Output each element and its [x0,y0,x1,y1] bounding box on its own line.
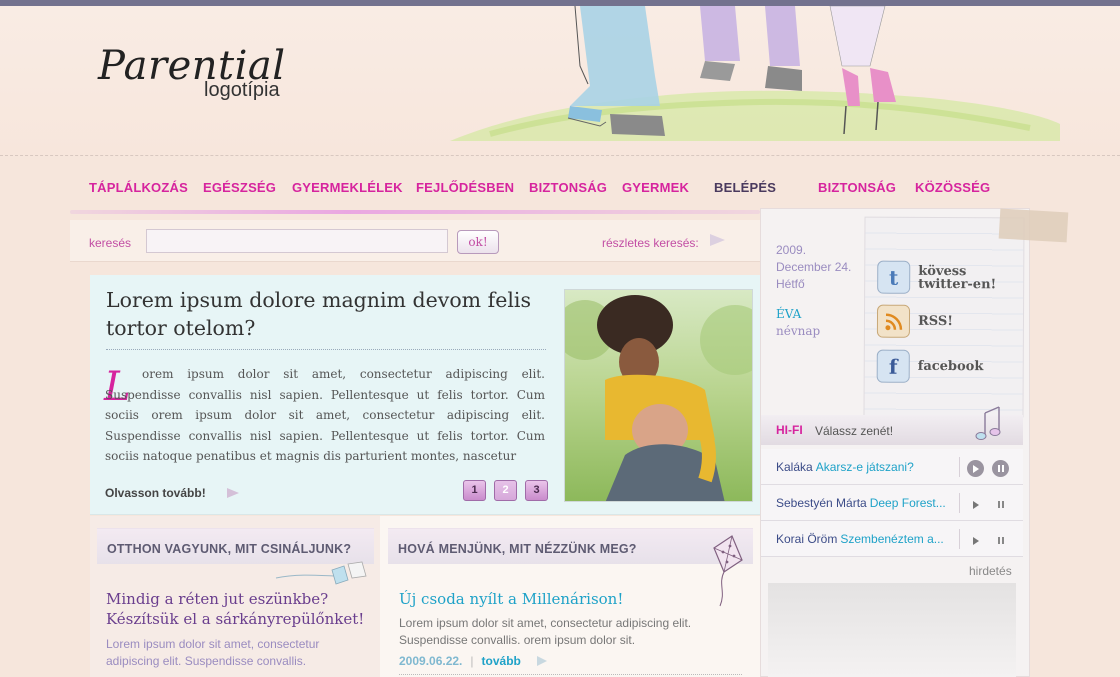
logo-subtext: logotípia [204,79,280,101]
outings-more-link[interactable]: tovább [482,654,521,668]
pager-button-2[interactable]: 2 [494,480,517,501]
outings-divider [399,674,742,675]
meta-separator: | [470,654,474,668]
facebook-icon[interactable]: f [876,349,910,383]
search-bar: keresés ok! részletes keresés: [70,220,760,262]
rss-label[interactable]: RSS! [918,314,953,329]
rss-link[interactable]: RSS! [876,304,953,338]
song-artist[interactable]: Sebestyén Márta Deep Forest... [776,496,946,510]
nav-item-taplalkozas[interactable]: TÁPLÁLKOZÁS [89,180,188,195]
hifi-label: HI-FI [776,423,803,437]
song-separator [959,493,960,513]
nav-item-biztonsag-2[interactable]: BIZTONSÁG [818,180,896,195]
twitter-label[interactable]: kövess twitter-en! [918,263,1004,291]
hifi-header: HI-FI Válassz zenét! [761,406,1023,445]
song-separator [959,529,960,549]
nav-item-fejlodesben[interactable]: FEJLŐDÉSBEN [416,180,514,195]
home-activities-box: OTTHON VAGYUNK, MIT CSINÁLJUNK? Mindig a… [90,516,380,677]
nav-item-biztonsag[interactable]: BIZTONSÁG [529,180,607,195]
pause-icon[interactable] [992,496,1009,513]
outings-date: 2009.06.22. [399,654,463,668]
search-button[interactable]: ok! [457,230,499,254]
nav-item-egeszseg[interactable]: EGÉSZSÉG [203,180,276,195]
pause-icon[interactable] [992,532,1009,549]
music-note-icon [975,406,1001,440]
nav-item-belepes[interactable]: BELÉPÉS [714,180,776,195]
social-card: t kövess twitter-en! RSS! f facebook [863,208,1069,418]
twitter-link[interactable]: t kövess twitter-en! [877,260,1004,295]
rss-icon[interactable] [876,304,911,338]
song-separator [959,457,960,477]
outings-text: Lorem ipsum dolor sit amet, consectetur … [399,616,692,647]
pager-button-1[interactable]: 1 [463,480,486,501]
read-more-arrow-icon[interactable] [227,488,239,498]
play-icon[interactable] [967,532,984,549]
song-row[interactable]: Kaláka Akarsz-e játszani? [761,449,1023,485]
search-label: keresés [89,236,132,250]
nav-underline [70,210,760,214]
date-weekday: Hétfő [776,277,805,291]
logo[interactable]: Parential logotípia [98,46,286,100]
outings-header: HOVÁ MENJÜNK, MIT NÉZZÜNK MEG? [388,528,753,564]
outings-title[interactable]: Új csoda nyílt a Millenárison! [399,589,729,609]
nameday-label: névnap [776,324,821,338]
song-artist[interactable]: Kaláka Akarsz-e játszani? [776,460,914,474]
pause-icon[interactable] [992,460,1009,477]
play-icon[interactable] [967,496,984,513]
main-nav: TÁPLÁLKOZÁS EGÉSZSÉG GYERMEKLÉLEK FEJLŐD… [0,174,1120,204]
paper-kite-icon [275,561,367,585]
hifi-subtitle: Válassz zenét! [815,424,894,438]
song-title[interactable]: Akarsz-e játszani? [816,460,914,474]
advanced-search-arrow-icon[interactable] [710,234,725,246]
song-title[interactable]: Deep Forest... [870,496,946,510]
song-row[interactable]: Sebestyén Márta Deep Forest... [761,485,1023,521]
ad-label: hirdetés [969,564,1012,578]
feature-title[interactable]: Lorem ipsum dolore magnim devom felis to… [106,286,536,342]
outings-box: HOVÁ MENJÜNK, MIT NÉZZÜNK MEG? Új csoda … [380,516,760,677]
nav-item-gyermek[interactable]: GYERMEK [622,180,689,195]
header-illustration [450,6,1060,141]
date-year: 2009. [776,243,807,257]
outings-heading: HOVÁ MENJÜNK, MIT NÉZZÜNK MEG? [398,542,637,556]
header-divider [0,155,1120,156]
song-artist-name[interactable]: Korai Öröm [776,532,837,546]
song-artist[interactable]: Korai Öröm Szembenéztem a... [776,532,944,546]
nav-item-kozosseg[interactable]: KÖZÖSSÉG [915,180,990,195]
nav-item-gyermeklelek[interactable]: GYERMEKLÉLEK [292,180,403,195]
advanced-search-link[interactable]: részletes keresés: [602,236,699,250]
feature-text: orem ipsum dolor sit amet, consectetur a… [105,367,545,463]
nameday-name: ÉVA [776,307,802,321]
song-artist-name[interactable]: Sebestyén Márta [776,496,867,510]
tape-decoration [998,208,1069,243]
current-date: 2009. December 24. Hétfő [776,242,851,293]
search-input[interactable] [146,229,448,253]
ad-banner[interactable] [768,583,1016,677]
home-activities-text: Lorem ipsum dolor sit amet, consectetur … [106,637,320,668]
twitter-icon[interactable]: t [877,260,911,294]
feature-panel: Lorem ipsum dolore magnim devom felis to… [90,275,760,515]
feature-photo[interactable] [564,289,753,502]
sidebar: 2009. December 24. Hétfő ÉVA névnap t kö… [760,208,1069,677]
song-artist-name[interactable]: Kaláka [776,460,813,474]
read-more-link[interactable]: Olvasson tovább! [105,486,206,500]
song-title[interactable]: Szembenéztem a... [840,532,943,546]
song-row[interactable]: Korai Öröm Szembenéztem a... [761,521,1023,557]
outings-more-arrow-icon[interactable] [537,656,547,666]
feature-divider [106,349,546,350]
facebook-label[interactable]: facebook [918,359,984,374]
home-activities-title[interactable]: Mindig a réten jut eszünkbe? Készítsük e… [106,589,368,629]
play-icon[interactable] [967,460,984,477]
pager-button-3[interactable]: 3 [525,480,548,501]
outings-meta: 2009.06.22. | tovább [399,654,521,668]
date-day: December 24. [776,260,852,274]
feature-pager: 1 2 3 [463,480,548,501]
facebook-link[interactable]: f facebook [876,349,984,384]
home-activities-heading: OTTHON VAGYUNK, MIT CSINÁLJUNK? [107,542,352,556]
